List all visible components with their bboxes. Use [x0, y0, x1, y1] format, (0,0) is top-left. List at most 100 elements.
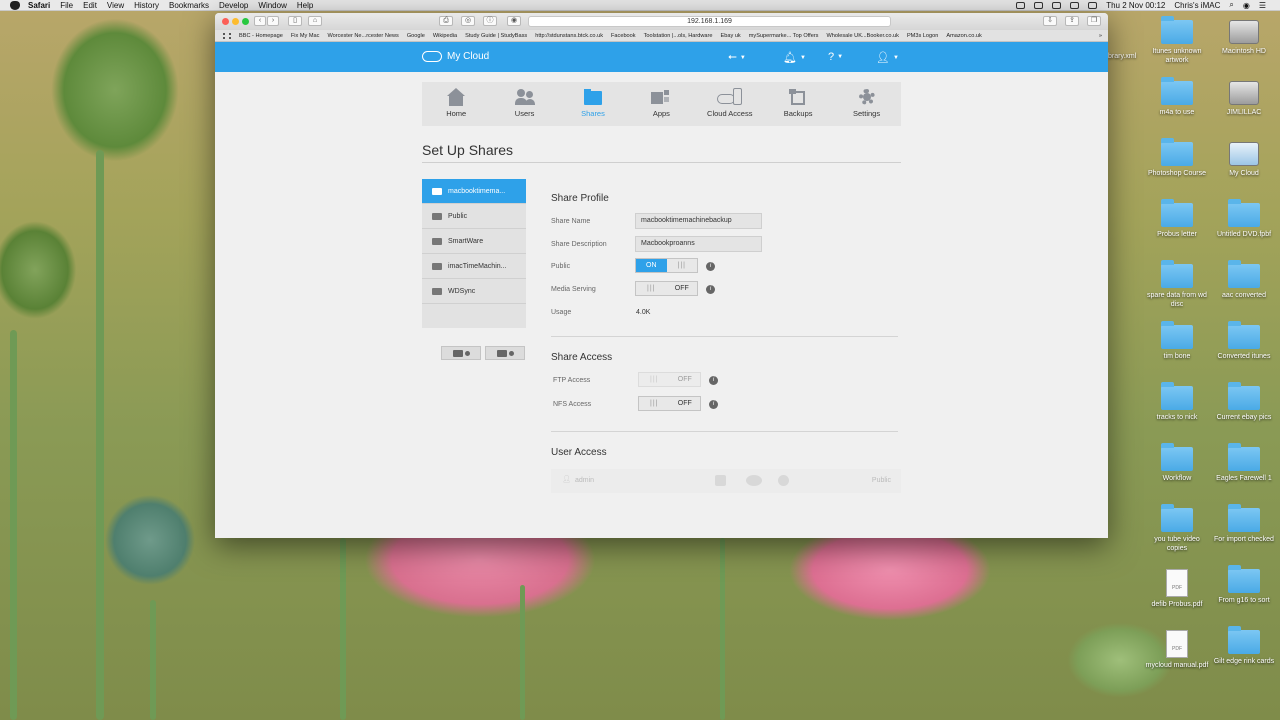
battery-icon[interactable]	[1052, 1, 1062, 9]
desktop-icon-jimlillac[interactable]: JIMLILLAC	[1212, 81, 1276, 117]
desktop-icon-tim-bone[interactable]: tim bone	[1145, 321, 1209, 361]
desktop-icon-defib-probus-pdf[interactable]: PDF defib Probus.pdf	[1145, 569, 1209, 609]
nav-home[interactable]: Home	[422, 82, 490, 126]
tabs-icon[interactable]: ❐	[1087, 16, 1101, 26]
notifications-menu[interactable]: 🔔︎ ▼	[783, 51, 806, 64]
nav-backups[interactable]: Backups	[764, 82, 832, 126]
desktop-icon-current-ebay-pics[interactable]: Current ebay pics	[1212, 382, 1276, 422]
desktop-icon-eagles-farewell-1[interactable]: Eagles Farewell 1	[1212, 443, 1276, 483]
info-icon[interactable]: i	[706, 262, 715, 271]
status-tray-icon[interactable]	[1016, 1, 1026, 9]
extension-icon[interactable]: ◉	[507, 16, 521, 26]
desktop-icon-from-g16-to-sort[interactable]: From g16 to sort	[1212, 565, 1276, 605]
favorite-link[interactable]: Wholesale UK...Booker.co.uk	[826, 33, 898, 39]
share-list-item[interactable]: imacTimeMachin...	[422, 254, 526, 279]
info-icon[interactable]: i	[709, 400, 718, 409]
nav-settings[interactable]: Settings	[832, 82, 900, 126]
share-name-input[interactable]: macbooktimemachinebackup	[635, 213, 762, 229]
favorites-overflow-button[interactable]: »	[1099, 33, 1102, 39]
delete-share-button[interactable]	[485, 346, 525, 360]
menu-user[interactable]: Chris's iMAC	[1174, 1, 1220, 10]
menu-view[interactable]: View	[107, 1, 124, 10]
desktop-icon-converted-itunes[interactable]: Converted itunes	[1212, 321, 1276, 361]
desktop-icon-spare-data-from-wd-disc[interactable]: spare data from wd disc	[1145, 260, 1209, 309]
desktop-icon-gilt-edge-rink-cards[interactable]: Gilt edge rink cards	[1212, 626, 1276, 666]
menu-develop[interactable]: Develop	[219, 1, 248, 10]
desktop-icon-macintosh-hd[interactable]: Macintosh HD	[1212, 20, 1276, 56]
favorite-link[interactable]: mySupermarke... Top Offers	[749, 33, 819, 39]
wifi-icon[interactable]	[1070, 1, 1080, 9]
full-access-icon[interactable]	[715, 475, 726, 486]
menu-history[interactable]: History	[134, 1, 159, 10]
usb-menu[interactable]: ⭠ ▼	[728, 51, 746, 64]
mycloud-logo[interactable]: My Cloud	[422, 51, 489, 62]
desktop-icon-untitled-dvd-fpbf[interactable]: Untitled DVD.fpbf	[1212, 199, 1276, 239]
media-serving-toggle[interactable]: ||| OFF	[635, 281, 698, 296]
notification-center-icon[interactable]: ☰	[1259, 1, 1266, 10]
help-menu[interactable]: ? ▼	[828, 51, 843, 63]
nav-apps[interactable]: Apps	[627, 82, 695, 126]
share-list-item[interactable]: Public	[422, 204, 526, 229]
menu-file[interactable]: File	[60, 1, 73, 10]
favorite-link[interactable]: http://stdunstans.btck.co.uk	[535, 33, 603, 39]
favorite-link[interactable]: Google	[407, 33, 425, 39]
favorite-link[interactable]: PM3s Logon	[907, 33, 938, 39]
back-button[interactable]: ‹	[254, 16, 266, 26]
favorite-link[interactable]: Fix My Mac	[291, 33, 320, 39]
menu-edit[interactable]: Edit	[83, 1, 97, 10]
menu-window[interactable]: Window	[258, 1, 286, 10]
favorite-link[interactable]: Facebook	[611, 33, 636, 39]
desktop-icon-tracks-to-nick[interactable]: tracks to nick	[1145, 382, 1209, 422]
volume-icon[interactable]	[1088, 1, 1098, 9]
apple-menu-icon[interactable]	[10, 0, 20, 10]
sidebar-toggle-icon[interactable]: ▯	[288, 16, 302, 26]
address-bar[interactable]: 192.168.1.169	[528, 16, 891, 27]
desktop-icon-mycloud-manual-pdf[interactable]: PDF mycloud manual.pdf	[1145, 630, 1209, 670]
public-toggle[interactable]: ON |||	[635, 258, 698, 273]
desktop-icon-itunes-unknown-artwork[interactable]: Itunes unknown artwork	[1145, 16, 1209, 65]
favorite-link[interactable]: Toolstation |...ols, Hardware	[644, 33, 713, 39]
extension-icon[interactable]: ◎	[461, 16, 475, 26]
desktop-icon-m4a-to-use[interactable]: m4a to use	[1145, 77, 1209, 117]
info-icon[interactable]: i	[709, 376, 718, 385]
nav-users[interactable]: Users	[490, 82, 558, 126]
user-menu[interactable]: 👤︎ ▼	[876, 51, 899, 64]
share-description-input[interactable]: Macbookproanns	[635, 236, 762, 252]
add-share-button[interactable]	[441, 346, 481, 360]
favorite-link[interactable]: BBC - Homepage	[239, 33, 283, 39]
desktop-icon-my-cloud[interactable]: My Cloud	[1212, 142, 1276, 178]
share-list-item[interactable]: WDSync	[422, 279, 526, 304]
downloads-icon[interactable]: ⇩	[1043, 16, 1057, 26]
favorite-link[interactable]: Ebay uk	[721, 33, 741, 39]
info-icon[interactable]: i	[706, 285, 715, 294]
fullscreen-window-icon[interactable]	[242, 18, 249, 25]
menu-help[interactable]: Help	[297, 1, 313, 10]
ftp-access-toggle[interactable]: ||| OFF	[638, 372, 701, 387]
nav-cloud-access[interactable]: Cloud Access	[696, 82, 764, 126]
menu-bookmarks[interactable]: Bookmarks	[169, 1, 209, 10]
desktop-file-label-partial[interactable]: brary.xml	[1108, 52, 1144, 61]
minimize-window-icon[interactable]	[232, 18, 239, 25]
share-list-item[interactable]: macbooktimema...	[422, 179, 526, 204]
desktop-icon-probus-letter[interactable]: Probus letter	[1145, 199, 1209, 239]
desktop-icon-you-tube-video-copies[interactable]: you tube video copies	[1145, 504, 1209, 553]
nfs-access-toggle[interactable]: ||| OFF	[638, 396, 701, 411]
favorite-link[interactable]: Study Guide | StudyBass	[465, 33, 527, 39]
info-icon[interactable]: ⓘ	[483, 16, 497, 26]
nav-shares[interactable]: Shares	[559, 82, 627, 126]
siri-icon[interactable]: ◉	[1243, 1, 1250, 10]
spotlight-icon[interactable]: ⌕	[1229, 0, 1233, 10]
menu-clock[interactable]: Thu 2 Nov 00:12	[1106, 1, 1165, 10]
desktop-icon-aac-converted[interactable]: aac converted	[1212, 260, 1276, 300]
desktop-icon-workflow[interactable]: Workflow	[1145, 443, 1209, 483]
share-list-item[interactable]: SmartWare	[422, 229, 526, 254]
desktop-icon-photoshop-course[interactable]: Photoshop Course	[1145, 138, 1209, 178]
home-icon[interactable]: ⌂	[308, 16, 322, 26]
forward-button[interactable]: ›	[267, 16, 279, 26]
status-tray-icon[interactable]	[1034, 1, 1044, 9]
top-sites-icon[interactable]	[223, 32, 231, 39]
favorite-link[interactable]: Amazon.co.uk	[946, 33, 981, 39]
eye-icon[interactable]	[746, 475, 762, 486]
favorite-link[interactable]: Wikipedia	[433, 33, 457, 39]
print-icon[interactable]: ⎙	[439, 16, 453, 26]
